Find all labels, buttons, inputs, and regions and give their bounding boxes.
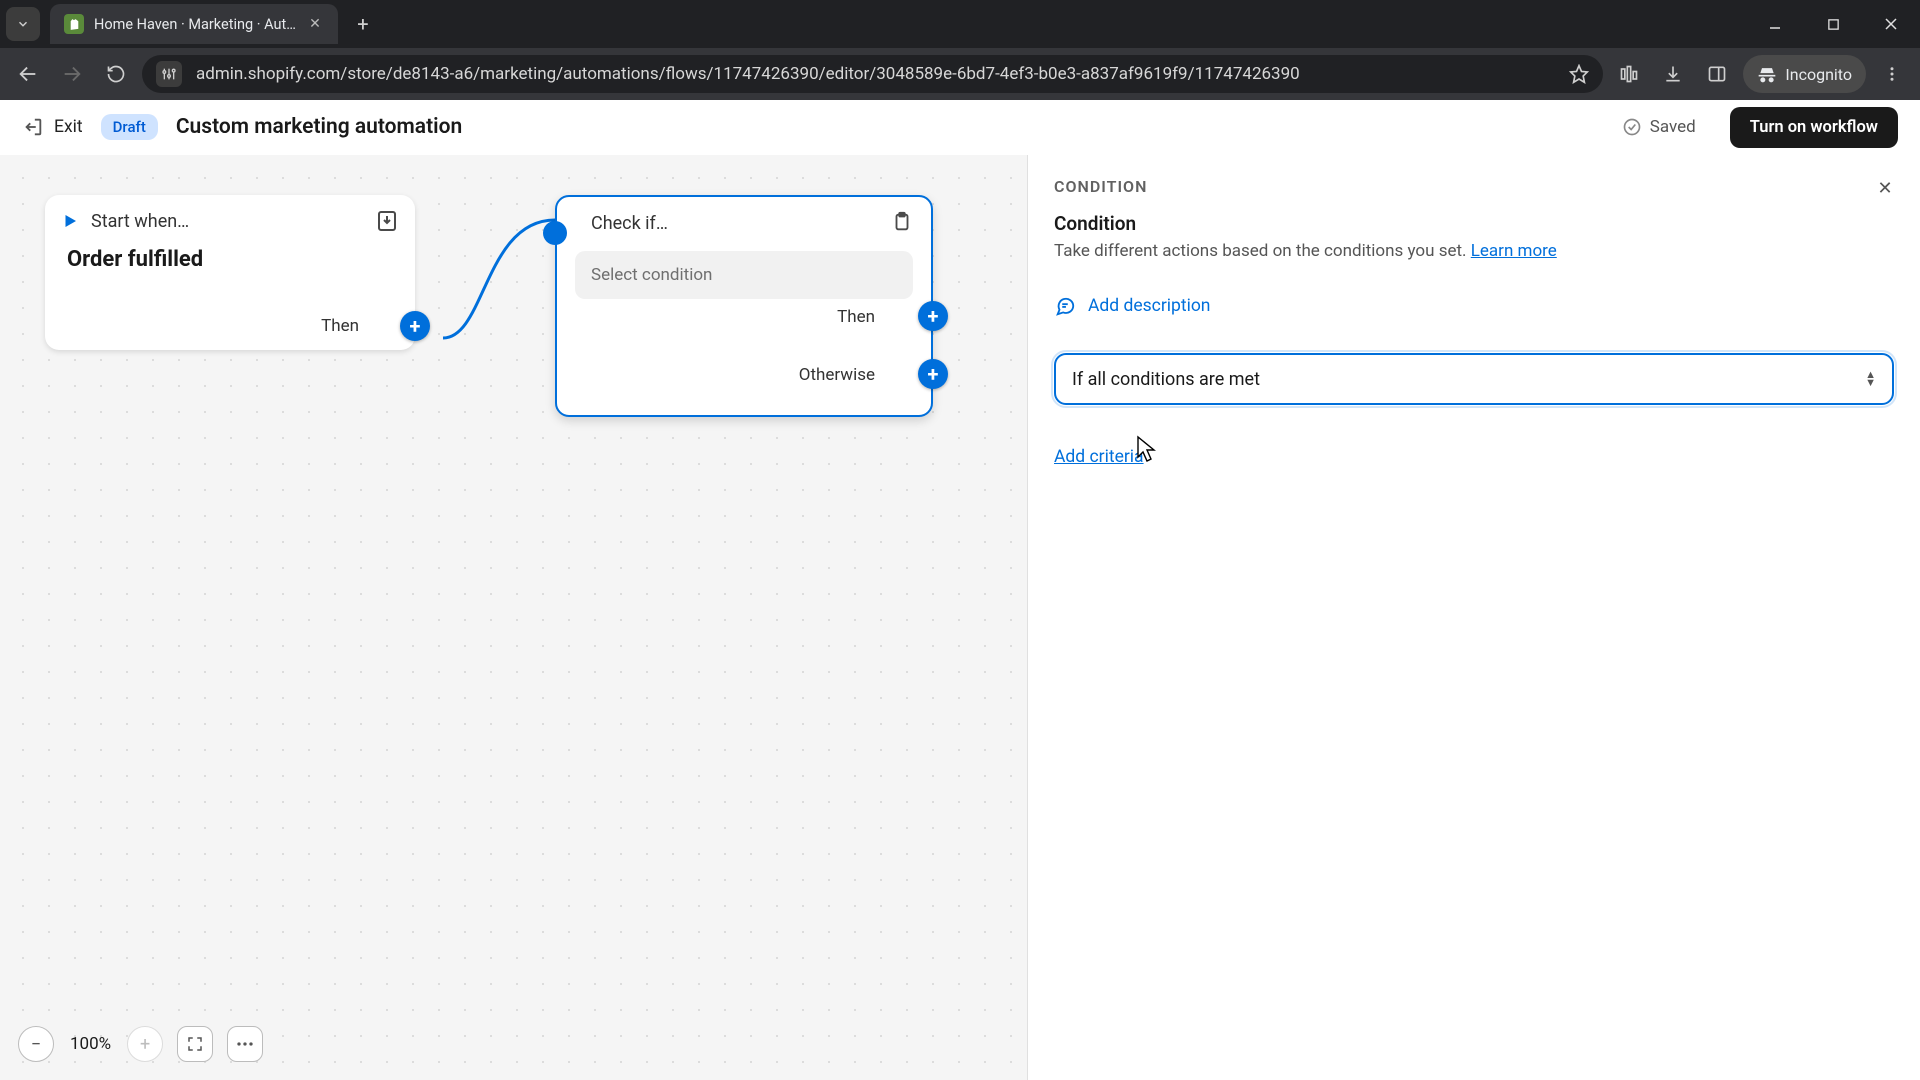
trigger-node[interactable]: Start when… Order fulfilled Then + bbox=[45, 195, 415, 350]
condition-panel: ✕ CONDITION Condition Take different act… bbox=[1028, 155, 1920, 1080]
incognito-icon bbox=[1757, 64, 1777, 84]
more-canvas-button[interactable] bbox=[227, 1026, 263, 1062]
site-settings-icon[interactable] bbox=[156, 61, 182, 87]
clipboard-icon[interactable] bbox=[891, 211, 915, 235]
add-description-button[interactable]: Add description bbox=[1054, 295, 1210, 317]
tab-close-icon[interactable]: ✕ bbox=[306, 16, 324, 32]
shopify-favicon-icon bbox=[64, 14, 84, 34]
panel-title: Condition bbox=[1054, 212, 1894, 235]
new-tab-button[interactable]: + bbox=[346, 7, 380, 41]
exit-label: Exit bbox=[54, 117, 83, 137]
url-text: admin.shopify.com/store/de8143-a6/market… bbox=[196, 64, 1555, 84]
browser-tab-active[interactable]: Home Haven · Marketing · Aut… ✕ bbox=[50, 4, 338, 44]
nav-forward-button bbox=[54, 56, 90, 92]
select-chevron-icon: ▲▼ bbox=[1865, 371, 1876, 387]
condition-node[interactable]: Check if… Select condition Then + Otherw… bbox=[555, 195, 933, 417]
window-maximize-button[interactable] bbox=[1804, 0, 1862, 48]
condition-otherwise-label: Otherwise bbox=[799, 365, 875, 385]
turn-on-workflow-button[interactable]: Turn on workflow bbox=[1730, 107, 1898, 148]
panel-eyebrow: CONDITION bbox=[1054, 177, 1894, 196]
condition-head-label: Check if… bbox=[591, 213, 879, 234]
side-panel-icon[interactable] bbox=[1699, 56, 1735, 92]
tab-search-dropdown[interactable] bbox=[6, 7, 40, 41]
browser-tab-strip: Home Haven · Marketing · Aut… ✕ + bbox=[0, 0, 1920, 48]
bookmark-star-icon[interactable] bbox=[1569, 64, 1589, 84]
panel-sub-text: Take different actions based on the cond… bbox=[1054, 241, 1471, 261]
learn-more-link[interactable]: Learn more bbox=[1471, 241, 1557, 261]
condition-placeholder[interactable]: Select condition bbox=[575, 251, 913, 299]
panel-close-button[interactable]: ✕ bbox=[1870, 173, 1900, 203]
nav-reload-button[interactable] bbox=[98, 56, 134, 92]
zoom-in-button[interactable]: + bbox=[127, 1026, 163, 1062]
exit-button[interactable]: Exit bbox=[22, 116, 83, 138]
window-minimize-button[interactable] bbox=[1746, 0, 1804, 48]
trigger-body-label: Order fulfilled bbox=[45, 247, 415, 284]
browser-menu-icon[interactable] bbox=[1874, 56, 1910, 92]
saved-label: Saved bbox=[1650, 117, 1696, 137]
condition-otherwise-add-button[interactable]: + bbox=[918, 359, 948, 389]
media-controls-icon[interactable] bbox=[1611, 56, 1647, 92]
incognito-chip[interactable]: Incognito bbox=[1743, 55, 1866, 93]
browser-address-bar: admin.shopify.com/store/de8143-a6/market… bbox=[0, 48, 1920, 100]
description-icon bbox=[1054, 295, 1076, 317]
condition-mode-select[interactable]: If all conditions are met ▲▼ bbox=[1054, 353, 1894, 405]
trigger-head-label: Start when… bbox=[91, 211, 363, 232]
app-header: Exit Draft Custom marketing automation S… bbox=[0, 100, 1920, 155]
flow-canvas[interactable]: Start when… Order fulfilled Then + bbox=[0, 155, 1028, 1080]
add-description-label: Add description bbox=[1088, 296, 1210, 316]
fit-view-button[interactable] bbox=[177, 1026, 213, 1062]
add-criteria-link[interactable]: Add criteria bbox=[1054, 447, 1144, 467]
condition-mode-value: If all conditions are met bbox=[1072, 369, 1260, 390]
check-circle-icon bbox=[1622, 117, 1642, 137]
connector-line bbox=[415, 300, 575, 395]
saved-status: Saved bbox=[1622, 117, 1696, 137]
nav-back-button[interactable] bbox=[10, 56, 46, 92]
condition-input-port bbox=[543, 221, 567, 245]
panel-subtitle: Take different actions based on the cond… bbox=[1054, 241, 1894, 261]
exit-icon bbox=[22, 116, 44, 138]
condition-then-label: Then bbox=[837, 307, 875, 327]
workflow-title: Custom marketing automation bbox=[176, 115, 462, 139]
draft-badge: Draft bbox=[101, 114, 158, 140]
url-input[interactable]: admin.shopify.com/store/de8143-a6/market… bbox=[142, 55, 1603, 93]
downloads-icon[interactable] bbox=[1655, 56, 1691, 92]
trigger-then-label: Then bbox=[321, 316, 359, 336]
import-icon[interactable] bbox=[375, 209, 399, 233]
zoom-out-button[interactable]: − bbox=[18, 1026, 54, 1062]
zoom-value: 100% bbox=[70, 1034, 111, 1054]
window-close-button[interactable] bbox=[1862, 0, 1920, 48]
condition-then-add-button[interactable]: + bbox=[918, 301, 948, 331]
tab-title: Home Haven · Marketing · Aut… bbox=[94, 16, 296, 33]
canvas-tools: − 100% + bbox=[18, 1026, 263, 1062]
play-icon bbox=[61, 210, 79, 232]
incognito-label: Incognito bbox=[1785, 65, 1852, 84]
